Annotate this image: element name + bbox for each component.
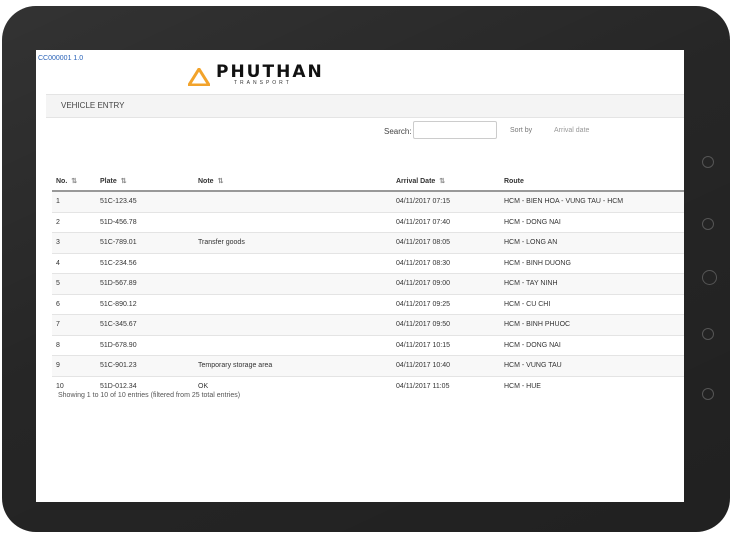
table-row[interactable]: 3 51C-789.01 Transfer goods 04/11/2017 0… [52, 232, 684, 253]
sort-icon: ⇅ [71, 178, 78, 185]
table-row[interactable]: 9 51C-901.23 Temporary storage area 04/1… [52, 355, 684, 376]
cell-note [194, 190, 392, 212]
table-row[interactable]: 2 51D-456.78 04/11/2017 07:40 HCM - DONG… [52, 211, 684, 233]
cell-date: 04/11/2017 07:40 [392, 211, 500, 233]
cell-route: HCM - CU CHI [500, 293, 684, 315]
cell-plate: 51C-901.23 [96, 355, 194, 376]
logo-triangle-icon [188, 68, 210, 86]
cell-no: 7 [52, 314, 96, 335]
cell-no: 9 [52, 355, 96, 376]
cell-date: 04/11/2017 10:15 [392, 334, 500, 356]
cell-note [194, 334, 392, 356]
sort-icon: ⇅ [439, 178, 446, 185]
vehicle-table: No. ⇅ Plate ⇅ Note ⇅ Arrival Date ⇅ Route 1 … [52, 172, 684, 396]
column-header-plate[interactable]: Plate ⇅ [96, 172, 194, 192]
table-row[interactable]: 7 51C-345.67 04/11/2017 09:50 HCM - BINH… [52, 314, 684, 335]
cell-plate: 51D-678.90 [96, 334, 194, 356]
cell-plate: 51D-567.89 [96, 273, 194, 294]
sort-icon: ⇅ [217, 178, 224, 185]
table-row[interactable]: 5 51D-567.89 04/11/2017 09:00 HCM - TAY … [52, 273, 684, 294]
cell-note [194, 211, 392, 233]
cell-no: 1 [52, 190, 96, 212]
page-title: VEHICLE ENTRY [61, 101, 125, 110]
cell-plate: 51D-456.78 [96, 211, 194, 233]
column-header-arrival-date[interactable]: Arrival Date ⇅ [392, 172, 500, 192]
logo-wordmark: PHUTHAN [216, 62, 324, 82]
cell-no: 6 [52, 293, 96, 315]
search-input[interactable] [413, 121, 497, 139]
tablet-screen: CC000001 1.0 PHUTHAN TRANSPORT VEHICLE E… [36, 50, 684, 502]
cell-route: HCM - TAY NINH [500, 273, 684, 294]
cell-route: HCM - VUNG TAU [500, 355, 684, 376]
cell-route: HCM - DONG NAI [500, 211, 684, 233]
cell-date: 04/11/2017 11:05 [392, 375, 500, 396]
sort-label: Sort by [510, 127, 533, 134]
cell-plate: 51C-123.45 [96, 190, 194, 212]
tablet-side-button [702, 388, 714, 400]
table-row[interactable]: 8 51D-678.90 04/11/2017 10:15 HCM - DONG… [52, 334, 684, 356]
sort-select[interactable]: Arrival date [554, 127, 589, 134]
page-subbar: VEHICLE ENTRY [46, 94, 684, 118]
column-header-no[interactable]: No. ⇅ [52, 172, 96, 192]
cell-route: HCM - LONG AN [500, 232, 684, 253]
cell-plate: 51C-234.56 [96, 252, 194, 274]
cell-note [194, 273, 392, 294]
cell-no: 4 [52, 252, 96, 274]
cell-route: HCM - DONG NAI [500, 334, 684, 356]
cell-no: 5 [52, 273, 96, 294]
company-logo: PHUTHAN TRANSPORT [188, 60, 348, 90]
cell-no: 2 [52, 211, 96, 233]
cell-date: 04/11/2017 09:00 [392, 273, 500, 294]
cell-note [194, 293, 392, 315]
cell-date: 04/11/2017 09:50 [392, 314, 500, 335]
table-row[interactable]: 4 51C-234.56 04/11/2017 08:30 HCM - BINH… [52, 252, 684, 274]
cell-plate: 51C-890.12 [96, 293, 194, 315]
home-button[interactable] [702, 270, 717, 285]
cell-route: HCM - BIEN HOA - VUNG TAU - HCM [500, 190, 684, 212]
tablet-side-button [702, 328, 714, 340]
column-header-note[interactable]: Note ⇅ [194, 172, 392, 192]
cell-date: 04/11/2017 09:25 [392, 293, 500, 315]
column-header-route[interactable]: Route [500, 172, 684, 192]
cell-date: 04/11/2017 10:40 [392, 355, 500, 376]
table-row[interactable]: 1 51C-123.45 04/11/2017 07:15 HCM - BIEN… [52, 190, 684, 212]
cell-no: 3 [52, 232, 96, 253]
cell-note: Transfer goods [194, 232, 392, 253]
cell-route: HCM - BINH DUONG [500, 252, 684, 274]
table-info: Showing 1 to 10 of 10 entries (filtered … [58, 392, 241, 399]
tablet-side-button [702, 218, 714, 230]
sort-icon: ⇅ [120, 178, 127, 185]
logo-tagline: TRANSPORT [234, 80, 292, 86]
cell-note: Temporary storage area [194, 355, 392, 376]
cell-note [194, 314, 392, 335]
search-label: Search: [384, 127, 412, 136]
cell-route: HCM - BINH PHUOC [500, 314, 684, 335]
cell-note [194, 252, 392, 274]
tablet-frame: CC000001 1.0 PHUTHAN TRANSPORT VEHICLE E… [2, 6, 730, 532]
cell-plate: 51C-789.01 [96, 232, 194, 253]
cell-no: 8 [52, 334, 96, 356]
cell-date: 04/11/2017 07:15 [392, 190, 500, 212]
tablet-side-button [702, 156, 714, 168]
cell-date: 04/11/2017 08:05 [392, 232, 500, 253]
cell-plate: 51C-345.67 [96, 314, 194, 335]
cell-date: 04/11/2017 08:30 [392, 252, 500, 274]
user-link[interactable]: CC000001 1.0 [38, 55, 83, 62]
cell-route: HCM - HUE [500, 375, 684, 396]
table-row[interactable]: 6 51C-890.12 04/11/2017 09:25 HCM - CU C… [52, 293, 684, 315]
table-header-row: No. ⇅ Plate ⇅ Note ⇅ Arrival Date ⇅ Route [52, 172, 684, 192]
